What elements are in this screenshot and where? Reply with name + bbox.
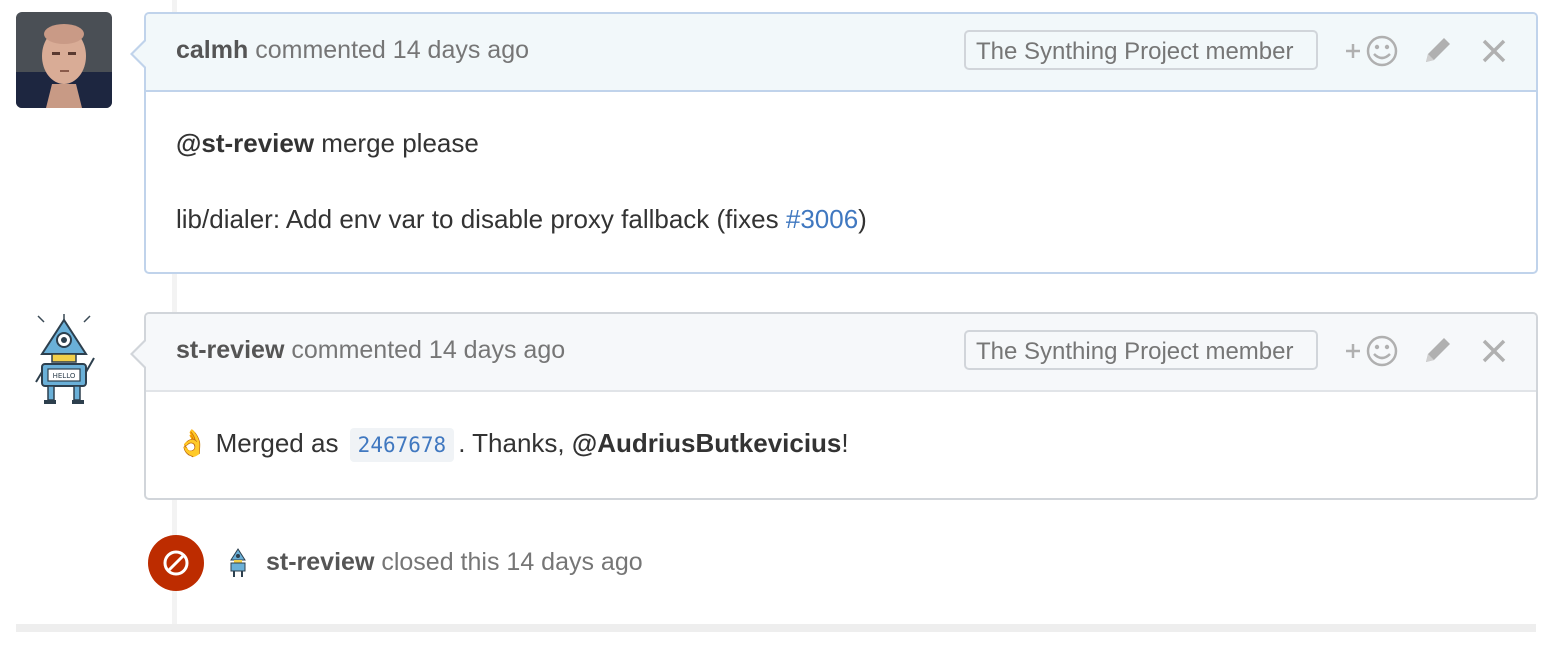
issue-reference-link[interactable]: #3006 [786, 204, 858, 234]
comment-timestamp-link[interactable]: 14 days ago [393, 36, 529, 64]
comment-author-link[interactable]: calmh [176, 36, 248, 64]
comment-action: commented [255, 36, 386, 64]
ok-hand-emoji-icon: 👌 [176, 428, 209, 458]
comment-header: st-review commented 14 days ago The Synt… [130, 314, 1536, 392]
comment-text: merge please [314, 128, 479, 158]
member-badge: The Synthing Project member [964, 30, 1318, 70]
comment-arrow [130, 39, 146, 69]
delete-close-icon[interactable] [1480, 34, 1508, 68]
comment-body: 👌 Merged as 2467678. Thanks, @AudriusBut… [146, 428, 1536, 462]
event-action: closed this [381, 548, 500, 576]
edit-pencil-icon[interactable] [1420, 334, 1454, 368]
comment-line-2: lib/dialer: Add env var to disable proxy… [176, 204, 1506, 235]
comment-line-1: 👌 Merged as 2467678. Thanks, @AudriusBut… [176, 428, 1506, 462]
robot-sign-text: HELLO [53, 372, 76, 380]
comment-arrow [130, 339, 146, 369]
closed-icon [163, 550, 189, 576]
avatar-st-review[interactable]: HELLO [16, 312, 112, 408]
comment-st-review: st-review commented 14 days ago The Synt… [130, 312, 1538, 500]
comment-text: Merged as [208, 428, 346, 458]
add-reaction-icon[interactable] [1344, 34, 1400, 68]
comment-calmh: calmh commented 14 days ago The Synthing… [130, 12, 1538, 274]
comment-body: @st-review merge please lib/dialer: Add … [146, 128, 1536, 235]
closed-event-badge [148, 535, 204, 591]
comment-header: calmh commented 14 days ago The Synthing… [130, 14, 1536, 92]
robot-avatar-icon: HELLO [16, 312, 112, 408]
user-mention-link[interactable]: @AudriusButkevicius [572, 428, 842, 458]
comment-header-text: calmh commented 14 days ago [176, 36, 529, 65]
comment-text: ) [858, 204, 867, 234]
comment-text: . Thanks, [458, 428, 572, 458]
member-badge: The Synthing Project member [964, 330, 1318, 370]
comment-author-link[interactable]: st-review [176, 336, 284, 364]
mini-avatar-st-review-icon[interactable] [226, 547, 250, 579]
avatar-photo-icon [16, 12, 112, 108]
event-timestamp-link[interactable]: 14 days ago [506, 548, 642, 576]
comment-header-text: st-review commented 14 days ago [176, 336, 565, 365]
comment-timestamp-link[interactable]: 14 days ago [429, 336, 565, 364]
event-actor-link[interactable]: st-review [266, 548, 374, 576]
commit-sha-link[interactable]: 2467678 [349, 428, 455, 462]
comment-text: lib/dialer: Add env var to disable proxy… [176, 204, 786, 234]
comment-line-1: @st-review merge please [176, 128, 1506, 159]
closed-event-text: st-review closed this 14 days ago [266, 548, 643, 577]
avatar-calmh[interactable] [16, 12, 112, 108]
user-mention-link[interactable]: @st-review [176, 128, 314, 158]
delete-close-icon[interactable] [1480, 334, 1508, 368]
comment-action: commented [291, 336, 422, 364]
edit-pencil-icon[interactable] [1420, 34, 1454, 68]
timeline-end-bar [16, 624, 1536, 632]
add-reaction-icon[interactable] [1344, 334, 1400, 368]
comment-text: ! [841, 428, 849, 458]
